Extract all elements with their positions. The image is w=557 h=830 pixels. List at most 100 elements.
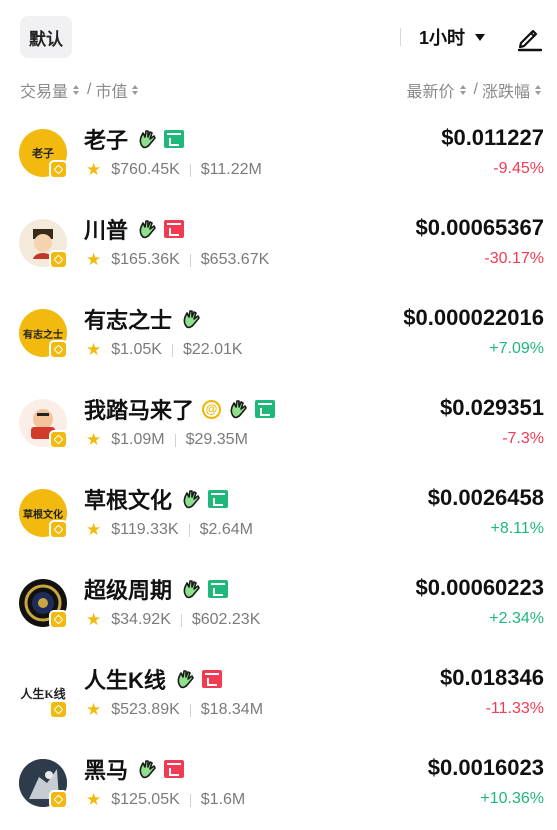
divider bbox=[188, 523, 190, 537]
default-sort-button[interactable]: 默认 bbox=[20, 16, 72, 58]
market-cap-value: $2.64M bbox=[199, 521, 253, 538]
change-value: -30.17% bbox=[484, 250, 544, 267]
hand-icon bbox=[174, 668, 196, 690]
price-value: $0.0016023 bbox=[427, 755, 544, 780]
price-value: $0.00060223 bbox=[415, 575, 544, 600]
sort-arrows-icon bbox=[459, 85, 466, 95]
coin-row[interactable]: 我踏马来了 @ ★ $1.09M $29.35M $0.029351 -7.3% bbox=[0, 380, 557, 470]
volume-value: $125.05K bbox=[111, 791, 180, 808]
coin-name: 老子 bbox=[84, 128, 129, 153]
wallet-icon bbox=[208, 490, 229, 508]
coin-list: 老子 老子 ★ $760.45K $11.22M $0.011227 -9.45… bbox=[0, 110, 557, 830]
change-value: +7.09% bbox=[489, 340, 544, 357]
volume-value: $523.89K bbox=[111, 701, 180, 718]
chain-badge-icon bbox=[49, 790, 68, 809]
star-icon[interactable]: ★ bbox=[86, 610, 101, 630]
coin-row[interactable]: 有志之士 有志之士 ★ $1.05K $22.01K $0.000022016 … bbox=[0, 290, 557, 380]
edit-icon[interactable] bbox=[514, 22, 544, 52]
wallet-icon bbox=[164, 220, 185, 238]
divider bbox=[171, 343, 173, 357]
sort-change[interactable]: 涨跌幅 bbox=[482, 78, 530, 102]
market-cap-value: $11.22M bbox=[200, 161, 262, 178]
sort-arrows-icon bbox=[132, 85, 139, 95]
change-value: +8.11% bbox=[490, 520, 544, 537]
divider bbox=[189, 163, 191, 177]
sort-separator: / bbox=[87, 81, 92, 98]
coin-row[interactable]: 人生K线 人生K线 ★ $523.89K $18.34M $0.018346 -… bbox=[0, 650, 557, 740]
market-cap-value: $22.01K bbox=[182, 341, 243, 358]
wallet-icon bbox=[164, 130, 185, 148]
star-icon[interactable]: ★ bbox=[86, 520, 101, 540]
coin-name: 人生K线 bbox=[84, 668, 166, 693]
sort-separator: / bbox=[473, 81, 478, 98]
volume-value: $165.36K bbox=[111, 251, 180, 268]
top-bar: 默认 1小时 bbox=[0, 0, 557, 75]
coin-row[interactable]: 黑马 ★ $125.05K $1.6M $0.0016023 +10.36% bbox=[0, 740, 557, 830]
star-icon[interactable]: ★ bbox=[86, 160, 101, 180]
coin-row[interactable]: 超级周期 ★ $34.92K $602.23K $0.00060223 +2.3… bbox=[0, 560, 557, 650]
market-cap-value: $602.23K bbox=[191, 611, 261, 628]
coin-row[interactable]: 川普 ★ $165.36K $653.67K $0.00065367 -30.1… bbox=[0, 200, 557, 290]
chain-badge-icon bbox=[49, 160, 68, 179]
chain-badge-icon bbox=[49, 520, 68, 539]
star-icon[interactable]: ★ bbox=[86, 340, 101, 360]
volume-value: $760.45K bbox=[111, 161, 180, 178]
wallet-icon bbox=[208, 580, 229, 598]
price-value: $0.00065367 bbox=[415, 215, 544, 240]
hand-icon bbox=[180, 308, 202, 330]
wallet-icon bbox=[201, 670, 222, 688]
divider bbox=[400, 28, 401, 46]
sort-latest-price[interactable]: 最新价 bbox=[407, 78, 455, 102]
coin-name: 我踏马来了 bbox=[84, 398, 195, 423]
price-value: $0.0026458 bbox=[427, 485, 544, 510]
star-icon[interactable]: ★ bbox=[86, 250, 101, 270]
divider bbox=[189, 253, 191, 267]
change-value: -7.3% bbox=[502, 430, 544, 447]
coin-name: 川普 bbox=[84, 218, 129, 243]
price-value: $0.011227 bbox=[441, 125, 544, 150]
chain-badge-icon bbox=[49, 610, 68, 629]
sort-arrows-icon bbox=[73, 85, 80, 95]
market-cap-value: $18.34M bbox=[200, 701, 264, 718]
hand-icon bbox=[180, 578, 202, 600]
change-value: +2.34% bbox=[489, 610, 544, 627]
divider bbox=[180, 613, 182, 627]
price-value: $0.029351 bbox=[440, 395, 544, 420]
market-cap-value: $653.67K bbox=[200, 251, 270, 268]
market-cap-value: $1.6M bbox=[200, 791, 246, 808]
coin-row[interactable]: 老子 老子 ★ $760.45K $11.22M $0.011227 -9.45… bbox=[0, 110, 557, 200]
divider bbox=[189, 793, 191, 807]
hand-icon bbox=[136, 758, 158, 780]
chain-badge-icon bbox=[49, 700, 68, 719]
volume-value: $119.33K bbox=[111, 521, 179, 538]
volume-value: $34.92K bbox=[111, 611, 171, 628]
star-icon[interactable]: ★ bbox=[86, 790, 101, 810]
chain-badge-icon bbox=[49, 430, 68, 449]
hand-icon bbox=[180, 488, 202, 510]
wallet-icon bbox=[255, 400, 276, 418]
at-icon: @ bbox=[202, 399, 222, 419]
divider bbox=[189, 703, 191, 717]
change-value: +10.36% bbox=[480, 790, 544, 807]
volume-value: $1.09M bbox=[111, 431, 165, 448]
coin-name: 黑马 bbox=[84, 758, 129, 783]
price-value: $0.000022016 bbox=[403, 305, 544, 330]
star-icon[interactable]: ★ bbox=[86, 430, 101, 450]
star-icon[interactable]: ★ bbox=[86, 700, 101, 720]
coin-name: 有志之士 bbox=[84, 308, 173, 333]
sort-volume[interactable]: 交易量 bbox=[20, 78, 68, 102]
hand-icon bbox=[227, 398, 249, 420]
sort-market-cap[interactable]: 市值 bbox=[95, 78, 127, 102]
volume-value: $1.05K bbox=[111, 341, 162, 358]
price-value: $0.018346 bbox=[440, 665, 544, 690]
timeframe-dropdown[interactable]: 1小时 bbox=[400, 22, 486, 52]
timeframe-label: 1小时 bbox=[419, 28, 466, 48]
sort-bar: 交易量 / 市值 最新价 / 涨跌幅 bbox=[0, 78, 557, 102]
change-value: -11.33% bbox=[485, 700, 544, 717]
coin-row[interactable]: 草根文化 草根文化 ★ $119.33K $2.64M $0.0026458 +… bbox=[0, 470, 557, 560]
wallet-icon bbox=[164, 760, 185, 778]
divider bbox=[174, 433, 176, 447]
market-cap-value: $29.35M bbox=[185, 431, 248, 448]
change-value: -9.45% bbox=[493, 160, 544, 177]
coin-name: 超级周期 bbox=[84, 578, 173, 603]
